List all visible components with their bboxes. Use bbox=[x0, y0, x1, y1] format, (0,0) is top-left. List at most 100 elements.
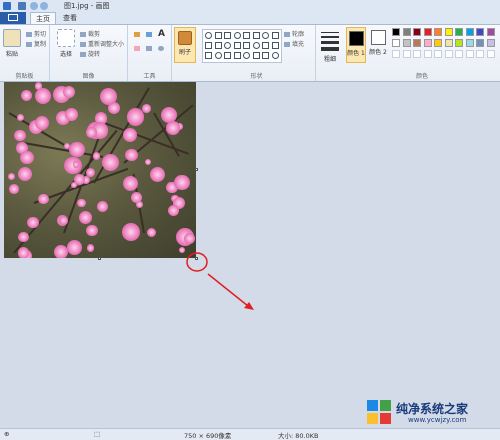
shape-option[interactable] bbox=[262, 52, 269, 59]
line-size-icon bbox=[321, 32, 339, 51]
shape-option[interactable] bbox=[224, 52, 231, 59]
shape-option[interactable] bbox=[243, 32, 250, 39]
shape-option[interactable] bbox=[252, 32, 260, 39]
palette-swatch[interactable] bbox=[465, 39, 474, 47]
shape-option[interactable] bbox=[214, 32, 222, 39]
image-group-label: 图像 bbox=[82, 73, 95, 80]
redo-icon[interactable] bbox=[40, 2, 48, 10]
select-button[interactable]: 选择 bbox=[56, 29, 76, 58]
shape-option[interactable] bbox=[233, 52, 241, 59]
custom-color-slot[interactable] bbox=[392, 50, 400, 58]
canvas-area[interactable] bbox=[0, 82, 500, 428]
eraser-tool[interactable] bbox=[134, 45, 142, 52]
color1-button[interactable]: 颜色 1 bbox=[346, 27, 366, 63]
paste-icon bbox=[3, 29, 21, 47]
clipboard-group: 粘贴 剪切 复制 剪贴板 bbox=[0, 25, 50, 81]
custom-color-slot[interactable] bbox=[444, 50, 453, 58]
palette-swatch[interactable] bbox=[444, 39, 453, 47]
palette-swatch[interactable] bbox=[434, 39, 442, 47]
palette-swatch[interactable] bbox=[465, 28, 474, 36]
brushes-button[interactable]: 刷子 bbox=[174, 27, 196, 63]
shape-option[interactable] bbox=[262, 42, 269, 49]
palette-swatch[interactable] bbox=[455, 28, 463, 36]
custom-color-slot[interactable] bbox=[486, 50, 495, 58]
watermark-url: www.ycwjzy.com bbox=[408, 416, 467, 424]
cursor-position-icon: ⊕ bbox=[4, 430, 10, 438]
shape-option[interactable] bbox=[271, 32, 279, 39]
outline-button[interactable]: 轮廓 bbox=[284, 29, 304, 38]
palette-swatch[interactable] bbox=[476, 28, 484, 36]
palette-swatch[interactable] bbox=[444, 28, 453, 36]
rotate-button[interactable]: 旋转 bbox=[80, 49, 100, 58]
shape-option[interactable] bbox=[214, 42, 222, 49]
palette-swatch[interactable] bbox=[402, 39, 411, 47]
crop-button[interactable]: 裁剪 bbox=[80, 29, 100, 38]
palette-swatch[interactable] bbox=[423, 39, 432, 47]
custom-color-slot[interactable] bbox=[434, 50, 442, 58]
shape-option[interactable] bbox=[243, 42, 250, 49]
resize-button[interactable]: 重新调整大小 bbox=[80, 39, 124, 48]
shape-option[interactable] bbox=[205, 42, 212, 49]
custom-color-slot[interactable] bbox=[413, 50, 421, 58]
shape-option[interactable] bbox=[271, 42, 279, 49]
shape-option[interactable] bbox=[214, 52, 222, 59]
shape-option[interactable] bbox=[233, 32, 241, 39]
save-icon[interactable] bbox=[18, 2, 26, 10]
color-picker-tool[interactable] bbox=[146, 45, 154, 52]
color-palette bbox=[392, 28, 500, 68]
shape-option[interactable] bbox=[205, 52, 212, 59]
size-button[interactable]: 粗细 bbox=[318, 29, 342, 63]
custom-color-slot[interactable] bbox=[465, 50, 474, 58]
palette-swatch[interactable] bbox=[392, 39, 400, 47]
file-size: 大小: 80.0KB bbox=[278, 432, 319, 440]
scissors-icon bbox=[26, 32, 32, 37]
shape-option[interactable] bbox=[233, 42, 241, 49]
crop-icon bbox=[80, 32, 86, 37]
palette-swatch[interactable] bbox=[402, 28, 411, 36]
pencil-tool[interactable] bbox=[134, 31, 142, 38]
palette-swatch[interactable] bbox=[476, 39, 484, 47]
palette-swatch[interactable] bbox=[455, 39, 463, 47]
cut-button[interactable]: 剪切 bbox=[26, 29, 46, 38]
shapes-gallery[interactable] bbox=[202, 29, 282, 63]
fill-tool[interactable] bbox=[146, 31, 154, 38]
shape-option[interactable] bbox=[224, 42, 231, 49]
palette-swatch[interactable] bbox=[434, 28, 442, 36]
shape-option[interactable] bbox=[224, 32, 231, 39]
palette-swatch[interactable] bbox=[423, 28, 432, 36]
custom-color-slot[interactable] bbox=[476, 50, 484, 58]
image-dimensions: 750 × 690像素 bbox=[184, 432, 232, 440]
shape-option[interactable] bbox=[262, 32, 269, 39]
text-tool[interactable]: A bbox=[158, 29, 165, 39]
palette-swatch[interactable] bbox=[486, 28, 495, 36]
custom-color-slot[interactable] bbox=[402, 50, 411, 58]
tools-group-label: 工具 bbox=[143, 73, 156, 80]
magnifier-icon bbox=[158, 46, 164, 51]
fill-icon bbox=[284, 42, 290, 47]
custom-color-slot[interactable] bbox=[455, 50, 463, 58]
tab-home[interactable]: 主页 bbox=[30, 12, 56, 24]
palette-swatch[interactable] bbox=[486, 39, 495, 47]
shape-option[interactable] bbox=[205, 32, 212, 39]
paste-button[interactable]: 粘贴 bbox=[2, 29, 22, 58]
ribbon-tabs: 主页 查看 bbox=[0, 12, 500, 24]
shape-option[interactable] bbox=[243, 52, 250, 59]
copy-button[interactable]: 复制 bbox=[26, 39, 46, 48]
palette-swatch[interactable] bbox=[392, 28, 400, 36]
file-menu-button[interactable] bbox=[0, 12, 26, 24]
palette-swatch[interactable] bbox=[413, 39, 421, 47]
eraser-icon bbox=[134, 46, 140, 51]
shape-option[interactable] bbox=[271, 52, 279, 59]
magnifier-tool[interactable] bbox=[158, 45, 166, 52]
fill-button[interactable]: 填充 bbox=[284, 39, 304, 48]
shape-option[interactable] bbox=[252, 42, 260, 49]
outline-icon bbox=[284, 32, 290, 37]
undo-icon[interactable] bbox=[30, 2, 38, 10]
custom-color-slot[interactable] bbox=[423, 50, 432, 58]
palette-swatch[interactable] bbox=[413, 28, 421, 36]
tab-view[interactable]: 查看 bbox=[58, 12, 82, 24]
copy-label: 复制 bbox=[34, 41, 47, 48]
shape-option[interactable] bbox=[252, 52, 260, 59]
select-label: 选择 bbox=[59, 51, 72, 58]
color2-button[interactable]: 颜色 2 bbox=[368, 27, 388, 56]
